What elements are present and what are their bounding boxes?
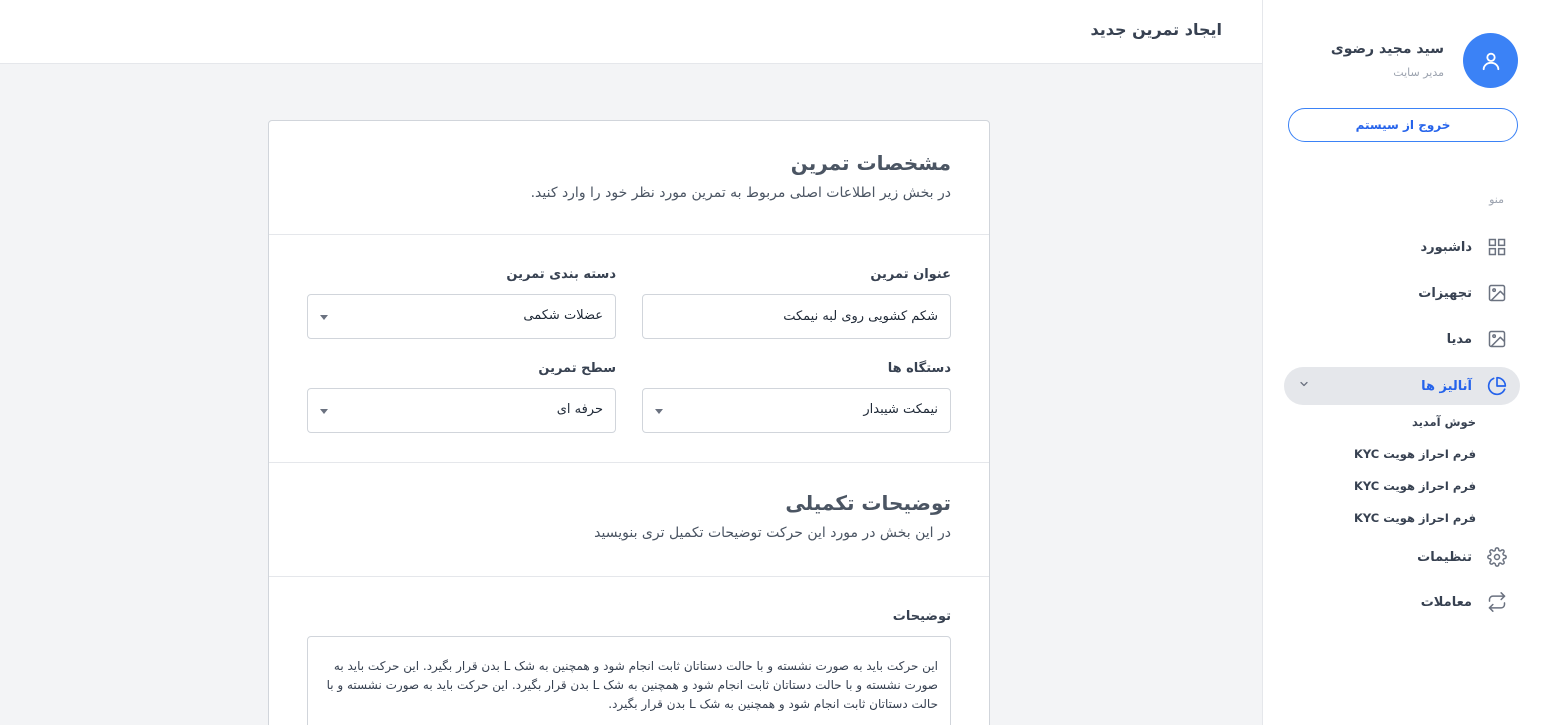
avatar[interactable]	[1463, 33, 1518, 88]
sidebar-item-label: تنظیمات	[1417, 549, 1472, 565]
sidebar-item-equipment[interactable]: تجهیزات	[1284, 274, 1520, 312]
user-profile: سید مجید رضوی مدیر سایت	[1289, 33, 1518, 89]
sidebar-item-dashboard[interactable]: داشبورد	[1284, 228, 1520, 266]
sidebar-item-label: معاملات	[1420, 594, 1472, 610]
menu-heading: منو	[1489, 193, 1504, 206]
sidebar-subitem-kyc[interactable]: فرم احراز هویت KYC	[1354, 447, 1476, 461]
equipment-select-value: نیمکت شیبدار	[863, 402, 938, 417]
exercise-form-card: مشخصات تمرین در بخش زیر اطلاعات اصلی مرب…	[268, 120, 990, 725]
sidebar-item-settings[interactable]: تنظیمات	[1284, 538, 1520, 576]
image-icon	[1486, 328, 1508, 350]
category-select[interactable]: عضلات شکمی	[307, 294, 616, 339]
chevron-down-icon	[1300, 381, 1308, 387]
divider	[269, 576, 989, 577]
section-title: مشخصات تمرین	[790, 151, 951, 175]
exercise-title-label: عنوان تمرین	[870, 267, 951, 282]
sidebar-item-label: تجهیزات	[1418, 285, 1472, 301]
caret-down-icon	[320, 315, 328, 320]
user-role: مدیر سایت	[1393, 66, 1444, 79]
pie-chart-icon	[1486, 375, 1508, 397]
sidebar-subitem-kyc[interactable]: فرم احراز هویت KYC	[1354, 479, 1476, 493]
divider	[269, 234, 989, 235]
logout-button[interactable]: خروج از سیستم	[1288, 108, 1518, 142]
level-select-value: حرفه ای	[556, 402, 603, 417]
equipment-select[interactable]: نیمکت شیبدار	[642, 388, 951, 433]
top-header: ایجاد تمرین جدید	[0, 0, 1262, 64]
section-subtitle: در بخش زیر اطلاعات اصلی مربوط به تمرین م…	[530, 185, 951, 201]
sidebar-item-media[interactable]: مدیا	[1284, 320, 1520, 358]
sidebar: سید مجید رضوی مدیر سایت خروج از سیستم من…	[1262, 0, 1544, 725]
sidebar-item-label: مدیا	[1446, 331, 1472, 347]
category-label: دسته بندی تمرین	[506, 267, 616, 282]
caret-down-icon	[320, 409, 328, 414]
equipment-label: دستگاه ها	[887, 361, 951, 376]
sidebar-subitem-kyc[interactable]: فرم احراز هویت KYC	[1354, 511, 1476, 525]
section-header-details: توضیحات تکمیلی در این بخش در مورد این حر…	[307, 491, 951, 541]
sidebar-item-transactions[interactable]: معاملات	[1284, 583, 1520, 621]
user-name: سید مجید رضوی	[1330, 41, 1444, 57]
page-title: ایجاد تمرین جدید	[1090, 20, 1223, 39]
sidebar-item-analytics[interactable]: آنالیز ها	[1284, 367, 1520, 405]
description-label: توضیحات	[892, 609, 951, 624]
section-subtitle: در این بخش در مورد این حرکت توضیحات تکمی…	[594, 525, 951, 541]
gear-icon	[1486, 546, 1508, 568]
section-title: توضیحات تکمیلی	[785, 491, 951, 515]
category-select-value: عضلات شکمی	[523, 308, 603, 323]
section-header-specs: مشخصات تمرین در بخش زیر اطلاعات اصلی مرب…	[307, 151, 951, 201]
caret-down-icon	[655, 409, 663, 414]
divider	[269, 462, 989, 463]
level-label: سطح تمرین	[538, 361, 616, 376]
grid-icon	[1486, 236, 1508, 258]
exercise-title-input[interactable]	[642, 294, 951, 339]
level-select[interactable]: حرفه ای	[307, 388, 616, 433]
sidebar-item-label: آنالیز ها	[1421, 378, 1472, 394]
user-icon	[1482, 52, 1499, 70]
repeat-icon	[1486, 591, 1508, 613]
sidebar-subitem-welcome[interactable]: خوش آمدید	[1412, 415, 1476, 429]
sidebar-item-label: داشبورد	[1420, 239, 1472, 255]
image-icon	[1486, 282, 1508, 304]
description-textarea[interactable]: این حرکت باید به صورت نشسته و با حالت دس…	[307, 636, 951, 725]
